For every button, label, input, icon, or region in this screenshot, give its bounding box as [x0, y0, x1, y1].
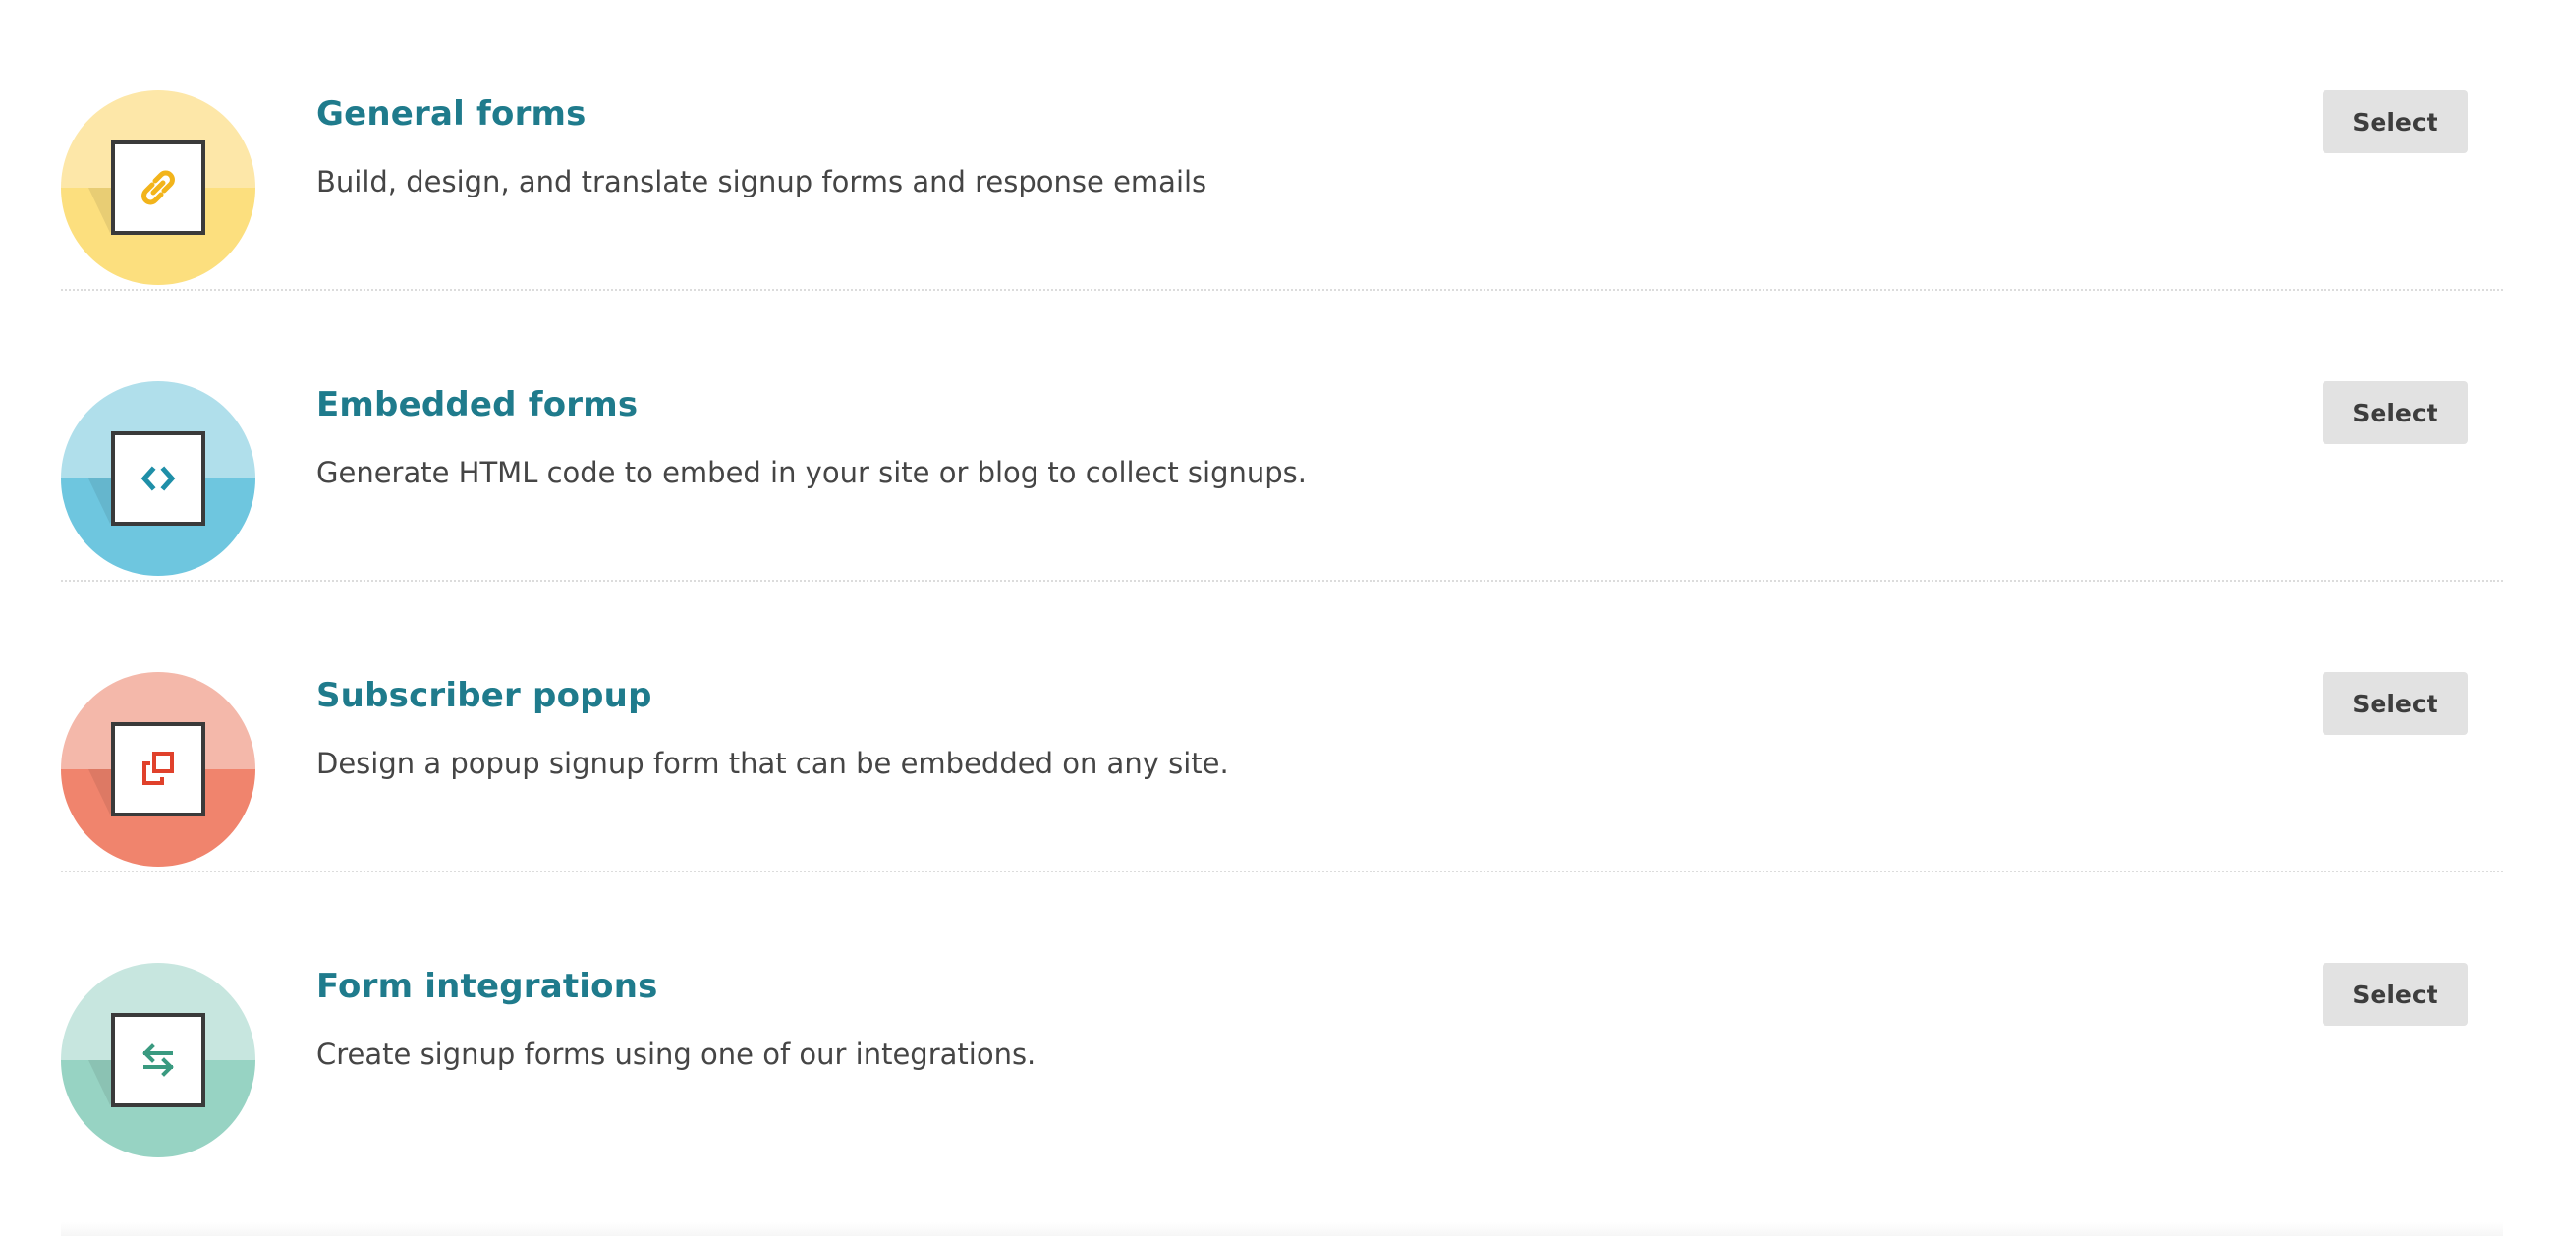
- form-integrations-badge: [61, 963, 255, 1157]
- select-button[interactable]: Select: [2323, 90, 2468, 153]
- subscriber-popup-badge: [61, 672, 255, 867]
- select-button[interactable]: Select: [2323, 672, 2468, 735]
- item-description: Create signup forms using one of our int…: [316, 1038, 1036, 1071]
- embedded-forms-badge: [61, 381, 255, 576]
- item-title[interactable]: Embedded forms: [316, 385, 638, 424]
- icon-card: [111, 431, 205, 526]
- item-description: Build, design, and translate signup form…: [316, 165, 1207, 198]
- form-type-list: General forms Build, design, and transla…: [61, 0, 2503, 1163]
- select-button[interactable]: Select: [2323, 963, 2468, 1026]
- select-button[interactable]: Select: [2323, 381, 2468, 444]
- bottom-fade: [61, 1222, 2503, 1236]
- icon-card: [111, 1013, 205, 1107]
- item-title[interactable]: General forms: [316, 94, 587, 134]
- icon-card: [111, 140, 205, 235]
- general-forms-badge: [61, 90, 255, 285]
- list-item-embedded-forms: Embedded forms Generate HTML code to emb…: [61, 291, 2503, 582]
- popup-icon: [142, 752, 174, 785]
- item-description: Generate HTML code to embed in your site…: [316, 456, 1308, 489]
- list-item-general-forms: General forms Build, design, and transla…: [61, 0, 2503, 291]
- list-item-subscriber-popup: Subscriber popup Design a popup signup f…: [61, 582, 2503, 872]
- link-icon: [141, 170, 175, 205]
- item-title[interactable]: Subscriber popup: [316, 676, 652, 715]
- code-icon: [140, 466, 176, 491]
- swap-arrows-icon: [142, 1043, 174, 1077]
- icon-card: [111, 722, 205, 816]
- item-title[interactable]: Form integrations: [316, 967, 658, 1006]
- list-item-form-integrations: Form integrations Create signup forms us…: [61, 872, 2503, 1163]
- item-description: Design a popup signup form that can be e…: [316, 747, 1229, 780]
